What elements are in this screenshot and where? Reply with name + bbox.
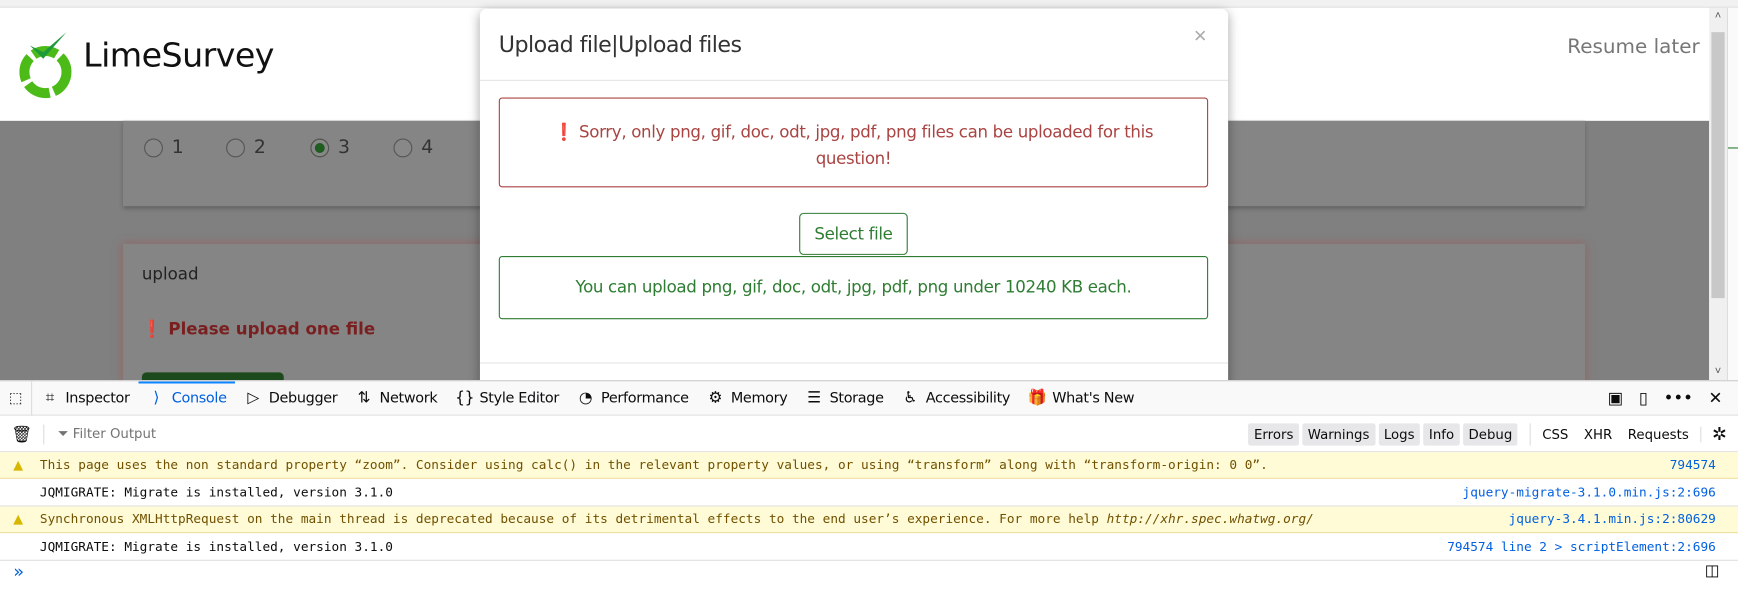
console-filter-bar: 🗑 ⏷ Filter Output Errors Warnings Logs Info D… [0, 417, 1738, 453]
scroll-down-icon[interactable]: ˅ [1709, 366, 1727, 378]
radio-circle [226, 137, 245, 157]
more-options-icon[interactable]: ••• [1664, 388, 1693, 408]
message-source-link[interactable]: 794574 [1670, 452, 1716, 477]
tab-memory[interactable]: ⚙ Memory [698, 381, 797, 415]
radio-circle [393, 137, 413, 157]
modal-title: Upload file|Upload files [498, 31, 742, 58]
adjacent-window-edge [1726, 7, 1738, 381]
tab-what-s-new[interactable]: 🎁 What's New [1019, 381, 1143, 415]
tab-debugger[interactable]: ▷ Debugger [235, 381, 346, 415]
message-source-link[interactable]: jquery-3.4.1.min.js:2:80629 [1509, 507, 1716, 532]
radio-circle-checked [310, 137, 330, 157]
file-type-error-alert: ❗ Sorry, only png, gif, doc, odt, jpg, p… [498, 97, 1209, 188]
debugger-icon: ▷ [247, 389, 260, 407]
tab-inspector[interactable]: ⌗ Inspector [32, 381, 138, 415]
close-icon[interactable]: × [1194, 24, 1207, 49]
network-icon: ⇅ [357, 389, 371, 407]
memory-icon: ⚙ [708, 389, 723, 407]
console-message: JQMIGRATE: Migrate is installed, version… [0, 534, 1738, 561]
settings-gear-icon[interactable]: ✲ [1701, 423, 1738, 444]
exclamation-icon: ❗ [553, 121, 575, 142]
help-link[interactable]: http://xhr.spec.whatwg.org/ [1107, 511, 1314, 527]
tab-style-editor[interactable]: {} Style Editor [446, 381, 568, 415]
upload-info-alert: You can upload png, gif, doc, odt, jpg, … [498, 256, 1209, 320]
radio-circle [144, 137, 163, 157]
warning-icon: ▲ [13, 456, 24, 473]
console-message: ▲ This page uses the non standard propert… [0, 452, 1738, 479]
radio-option-4[interactable]: 4 [393, 136, 433, 159]
brand-name: LimeSurvey [83, 36, 274, 76]
radio-option-1[interactable]: 1 [144, 136, 184, 159]
gift-icon: 🎁 [1027, 389, 1047, 407]
filter-requests[interactable]: Requests [1628, 426, 1689, 442]
message-text: JQMIGRATE: Migrate is installed, version… [39, 538, 393, 554]
responsive-design-icon[interactable]: ▯ [1639, 388, 1648, 408]
scroll-up-icon[interactable]: ˄ [1709, 10, 1727, 22]
page-scrollbar[interactable]: ˄ ˅ [1709, 7, 1727, 381]
filter-css[interactable]: CSS [1542, 426, 1568, 442]
accessibility-icon: ♿ [903, 389, 918, 407]
inspector-icon: ⌗ [45, 389, 55, 407]
select-file-button[interactable]: Select file [799, 212, 908, 255]
question-error: ❗ Please upload one file [141, 319, 376, 340]
warning-icon: ▲ [13, 510, 24, 527]
filter-debug[interactable]: Debug [1462, 422, 1518, 446]
style-editor-icon: {} [455, 389, 475, 407]
tab-console[interactable]: ⟩ Console [138, 381, 235, 415]
storage-icon: ☰ [807, 389, 821, 407]
limesurvey-logo-icon [19, 32, 72, 99]
tab-storage[interactable]: ☰ Storage [796, 381, 892, 415]
divider [479, 362, 1229, 364]
question-title: upload [141, 263, 199, 284]
console-message: JQMIGRATE: Migrate is installed, version… [0, 479, 1738, 506]
performance-icon: ◔ [578, 389, 593, 407]
console-prompt[interactable]: » [13, 561, 24, 582]
exclamation-icon: ❗ [141, 319, 163, 340]
console-icon: ⟩ [153, 389, 160, 407]
scrollbar-thumb[interactable] [1711, 32, 1725, 299]
message-text: This page uses the non standard property… [39, 456, 1268, 473]
message-source-link[interactable]: jquery-migrate-3.1.0.min.js:2:696 [1463, 479, 1716, 504]
browser-bookmarks-strip [0, 0, 1738, 8]
resume-later-link[interactable]: Resume later [1567, 35, 1699, 58]
radio-option-3[interactable]: 3 [310, 136, 350, 159]
tab-performance[interactable]: ◔ Performance [568, 381, 698, 415]
message-text: JQMIGRATE: Migrate is installed, version… [39, 483, 393, 500]
console-message: ▲ Synchronous XMLHttpRequest on the main … [0, 506, 1738, 534]
filter-logs[interactable]: Logs [1378, 422, 1421, 446]
close-devtools-icon[interactable]: ✕ [1709, 388, 1723, 408]
element-picker-icon[interactable]: ⬚ [0, 380, 33, 416]
tab-network[interactable]: ⇅ Network [346, 381, 446, 415]
divider [479, 79, 1229, 81]
filter-output-input[interactable]: ⏷ Filter Output [44, 426, 156, 443]
devtools-toolbar: ⬚ ⌗ Inspector ⟩ Console ▷ Debugger ⇅ Network{} S… [0, 380, 1738, 416]
upload-modal: Upload file|Upload files × ❗ Sorry, only… [479, 8, 1229, 392]
radio-option-2[interactable]: 2 [226, 136, 266, 159]
devtools-panel: ⬚ ⌗ Inspector ⟩ Console ▷ Debugger ⇅ Network{} S… [0, 380, 1738, 595]
filter-warnings[interactable]: Warnings [1302, 422, 1375, 446]
trash-icon[interactable]: 🗑 [0, 423, 45, 444]
sidebar-toggle-icon[interactable]: ◫ [1705, 562, 1720, 580]
filter-info[interactable]: Info [1423, 422, 1460, 446]
dock-layout-icon[interactable]: ▣ [1608, 388, 1624, 408]
tab-accessibility[interactable]: ♿ Accessibility [892, 381, 1018, 415]
filter-xhr[interactable]: XHR [1584, 426, 1612, 442]
message-text: Synchronous XMLHttpRequest on the main t… [39, 510, 1314, 527]
message-source-link[interactable]: 794574 line 2 > scriptElement:2:696 [1447, 534, 1716, 559]
filter-errors[interactable]: Errors [1248, 422, 1299, 446]
filter-icon: ⏷ [57, 425, 69, 442]
